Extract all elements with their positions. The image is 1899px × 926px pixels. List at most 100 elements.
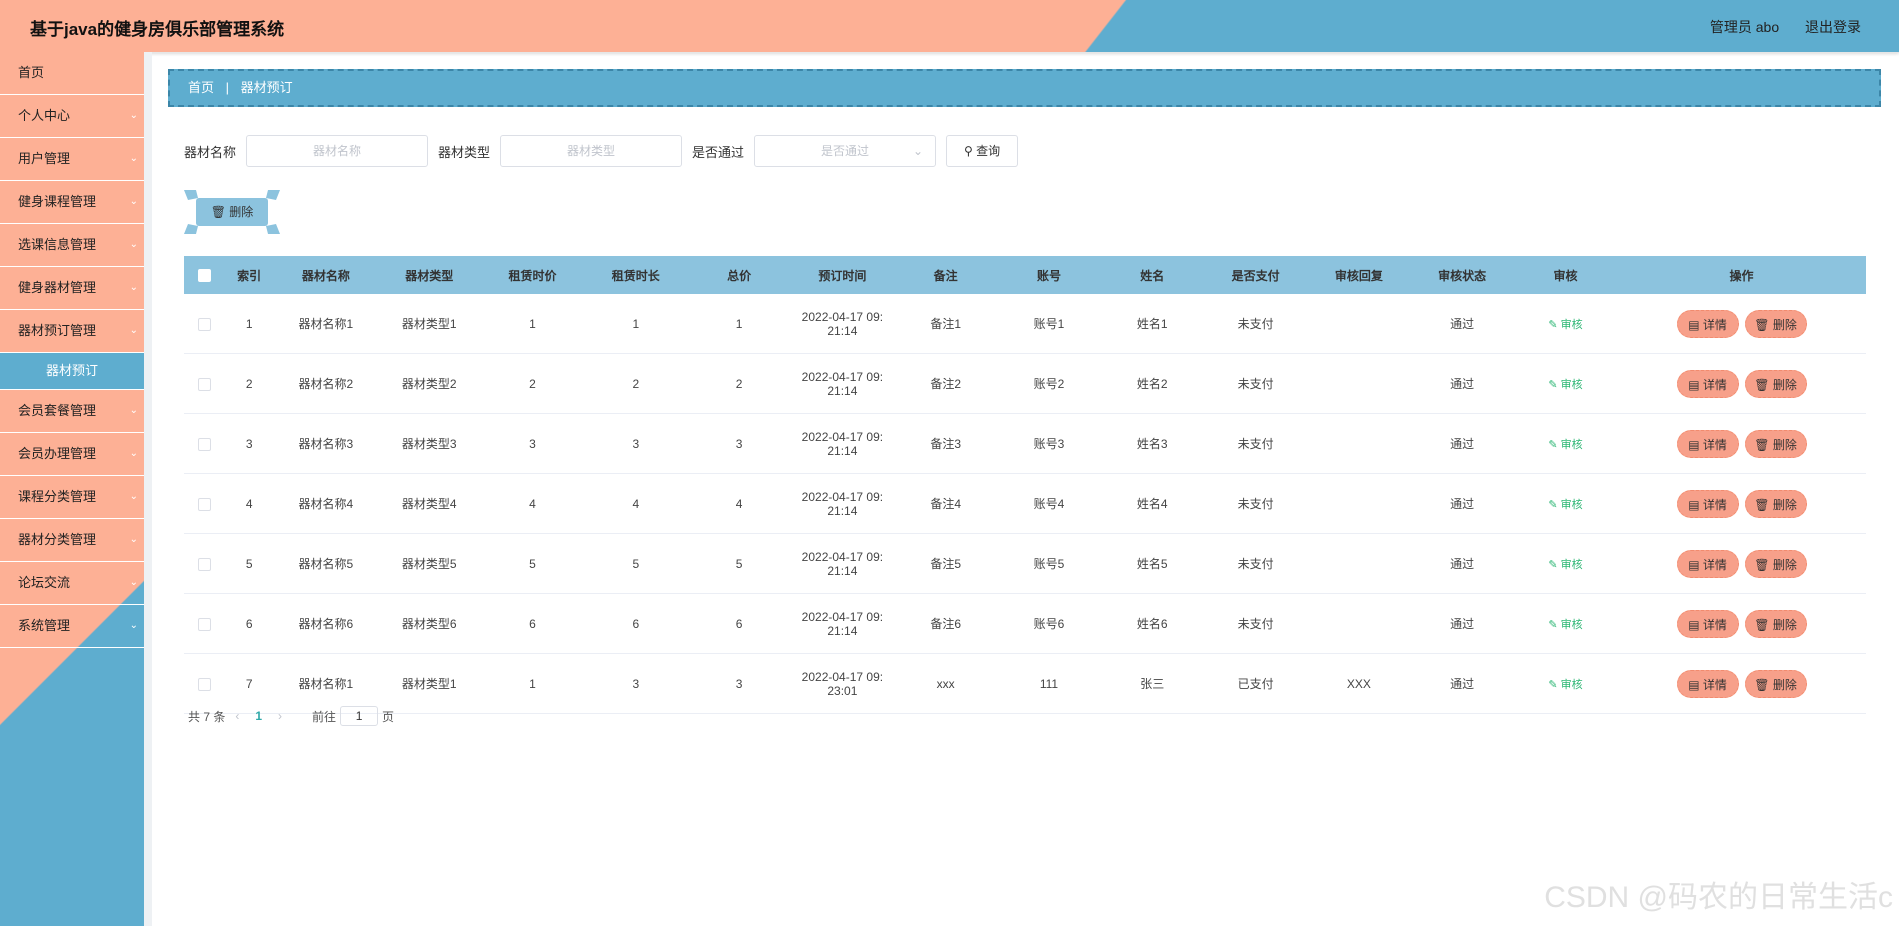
logout-link[interactable]: 退出登录 <box>1805 19 1861 35</box>
document-icon: ▤ <box>1688 497 1700 512</box>
audit-cell: ✎ 审核 <box>1513 294 1618 354</box>
edit-icon: ✎ <box>1548 318 1558 331</box>
cell-acct: 账号4 <box>997 473 1101 534</box>
booking-time-line1: 2022-04-17 09: <box>801 669 884 684</box>
row-checkbox[interactable] <box>197 437 211 451</box>
detail-button[interactable]: ▤ 详情 <box>1676 309 1739 338</box>
name-filter-input[interactable]: 器材名称 <box>246 135 429 167</box>
audit-link[interactable]: ✎ 审核 <box>1548 679 1582 691</box>
cell-note: 备注2 <box>894 353 998 414</box>
delete-button[interactable]: 🗑 删除 <box>1744 369 1807 398</box>
cell-booking-time: 2022-04-17 09: 21:14 <box>790 294 895 354</box>
prev-page-icon[interactable]: ‹ <box>235 709 239 723</box>
row-checkbox[interactable] <box>197 617 211 631</box>
cell-status: 通过 <box>1410 593 1514 654</box>
sidebar-item[interactable]: 选课信息管理 ⌄ <box>0 224 144 267</box>
column-header: 预订时间 <box>790 256 895 294</box>
sidebar-divider <box>144 52 152 926</box>
cell-acct: 账号2 <box>997 353 1101 414</box>
batch-delete-label: 删除 <box>229 205 254 219</box>
search-icon: ⚲ <box>963 144 973 158</box>
document-icon: ▤ <box>1688 617 1700 632</box>
sidebar-item[interactable]: 系统管理 ⌄ <box>0 605 144 648</box>
delete-button[interactable]: 🗑 删除 <box>1744 309 1807 338</box>
column-header: 是否支付 <box>1203 256 1308 294</box>
column-header: 操作 <box>1617 256 1866 294</box>
trash-icon: 🗑 <box>1754 557 1770 572</box>
sidebar-item[interactable]: 健身课程管理 ⌄ <box>0 181 144 224</box>
cell-idx: 6 <box>224 593 275 654</box>
detail-label: 详情 <box>1702 317 1727 332</box>
next-page-icon[interactable]: › <box>278 709 282 723</box>
audit-label: 审核 <box>1560 558 1583 571</box>
audit-link[interactable]: ✎ 审核 <box>1548 499 1582 511</box>
column-header: 器材名称 <box>274 256 378 294</box>
audit-link[interactable]: ✎ 审核 <box>1548 439 1582 451</box>
chevron-down-icon: ⌄ <box>129 110 138 121</box>
sidebar-item[interactable]: 会员套餐管理 ⌄ <box>0 390 144 433</box>
actions-cell: ▤ 详情 🗑 删除 <box>1617 653 1866 714</box>
cell-total: 5 <box>687 533 791 594</box>
audit-link[interactable]: ✎ 审核 <box>1548 559 1582 571</box>
booking-time-line2: 21:14 <box>827 383 858 398</box>
cell-status: 通过 <box>1410 533 1514 594</box>
sidebar-subitem-active[interactable]: 器材预订 <box>0 353 144 390</box>
detail-button[interactable]: ▤ 详情 <box>1676 369 1739 398</box>
sidebar-item[interactable]: 用户管理 ⌄ <box>0 138 144 181</box>
row-checkbox[interactable] <box>197 677 211 691</box>
audit-label: 审核 <box>1560 318 1583 331</box>
cell-person: 张三 <box>1100 653 1204 714</box>
sidebar-item[interactable]: 个人中心 ⌄ <box>0 95 144 138</box>
sidebar-item[interactable]: 首页 <box>0 52 144 95</box>
batch-delete-area: 🗑 删除 <box>184 190 280 234</box>
audit-link[interactable]: ✎ 审核 <box>1548 619 1582 631</box>
cell-idx: 1 <box>224 294 275 354</box>
cell-price: 4 <box>480 473 585 534</box>
column-header: 审核 <box>1513 256 1618 294</box>
current-page[interactable]: 1 <box>255 709 262 723</box>
cell-total: 3 <box>687 413 791 474</box>
detail-label: 详情 <box>1702 377 1727 392</box>
goto-page-input[interactable]: 1 <box>340 706 379 726</box>
sidebar-item[interactable]: 器材分类管理 ⌄ <box>0 519 144 562</box>
type-filter-input[interactable]: 器材类型 <box>500 135 683 167</box>
row-checkbox[interactable] <box>197 497 211 511</box>
delete-button[interactable]: 🗑 删除 <box>1744 489 1807 518</box>
cell-type: 器材类型3 <box>377 413 481 474</box>
cell-name: 器材名称2 <box>274 353 378 414</box>
detail-button[interactable]: ▤ 详情 <box>1676 669 1739 698</box>
query-button[interactable]: ⚲ 查询 <box>946 135 1019 167</box>
batch-delete-button[interactable]: 🗑 删除 <box>196 198 268 226</box>
delete-button[interactable]: 🗑 删除 <box>1744 429 1807 458</box>
delete-label: 删除 <box>1772 437 1797 452</box>
detail-button[interactable]: ▤ 详情 <box>1676 489 1739 518</box>
sidebar-item[interactable]: 健身器材管理 ⌄ <box>0 267 144 310</box>
row-checkbox[interactable] <box>197 557 211 571</box>
cell-note: 备注3 <box>894 413 998 474</box>
booking-time-line2: 21:14 <box>827 623 858 638</box>
detail-button[interactable]: ▤ 详情 <box>1676 609 1739 638</box>
delete-button[interactable]: 🗑 删除 <box>1744 669 1807 698</box>
sidebar-item[interactable]: 会员办理管理 ⌄ <box>0 433 144 476</box>
breadcrumb-home[interactable]: 首页 <box>188 80 214 95</box>
detail-button[interactable]: ▤ 详情 <box>1676 429 1739 458</box>
document-icon: ▤ <box>1688 317 1700 332</box>
audit-link[interactable]: ✎ 审核 <box>1548 319 1582 331</box>
select-all-checkbox[interactable] <box>197 269 211 283</box>
audit-link[interactable]: ✎ 审核 <box>1548 379 1582 391</box>
delete-button[interactable]: 🗑 删除 <box>1744 549 1807 578</box>
row-checkbox[interactable] <box>197 317 211 331</box>
sidebar-item[interactable]: 论坛交流 ⌄ <box>0 562 144 605</box>
delete-button[interactable]: 🗑 删除 <box>1744 609 1807 638</box>
top-header: 基于java的健身房俱乐部管理系统 管理员 abo 退出登录 <box>0 0 1899 53</box>
sidebar-item[interactable]: 器材预订管理 ⌄ <box>0 310 144 353</box>
sidebar-item[interactable]: 课程分类管理 ⌄ <box>0 476 144 519</box>
sidebar-item-label: 首页 <box>18 65 45 80</box>
chevron-down-icon: ⌄ <box>129 405 138 416</box>
edit-icon: ✎ <box>1548 438 1558 451</box>
pass-filter-select[interactable]: 是否通过 ⌄ <box>754 135 937 167</box>
row-checkbox[interactable] <box>197 377 211 391</box>
delete-label: 删除 <box>1772 677 1797 692</box>
detail-button[interactable]: ▤ 详情 <box>1676 549 1739 578</box>
cell-idx: 7 <box>224 653 275 714</box>
